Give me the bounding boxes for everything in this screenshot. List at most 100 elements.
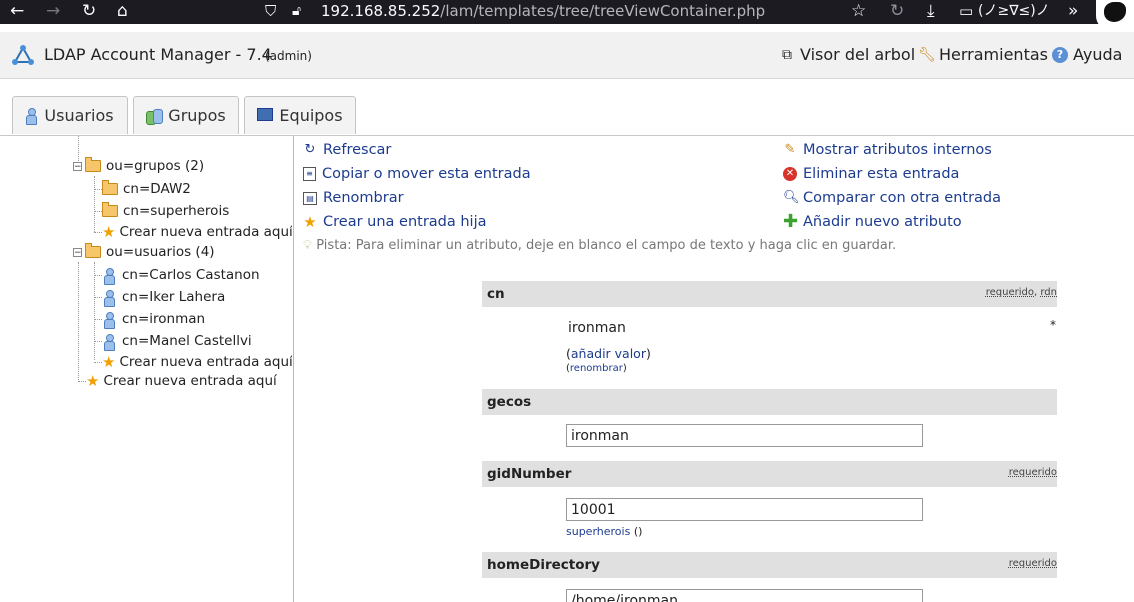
help-label: Ayuda xyxy=(1073,45,1123,64)
plus-icon: ✚ xyxy=(783,211,799,232)
tree-node-iker-lahera[interactable]: cn=Iker Lahera xyxy=(104,287,225,307)
entry-panel: ↻ Refrescar ✎ Mostrar atributos internos xyxy=(294,136,1134,602)
back-icon[interactable]: ← xyxy=(10,1,24,21)
star-icon: ★ xyxy=(102,353,116,371)
tools-link[interactable]: 🔧︎ Herramientas xyxy=(918,45,1048,64)
create-child-link[interactable]: ★ Crear una entrada hija xyxy=(303,214,487,230)
tree-node-daw2[interactable]: cn=DAW2 xyxy=(102,179,191,199)
delete-entry-link[interactable]: ✕ Eliminar esta entrada xyxy=(783,166,959,182)
tab-grupos[interactable]: Grupos xyxy=(133,96,239,134)
insecure-lock-icon[interactable]: 🔓︎ xyxy=(292,1,301,21)
ldap-tree: − ou=grupos (2) cn=DAW2 cn=superherois ★… xyxy=(0,136,292,602)
attribute-header-homedirectory: homeDirectory requerido xyxy=(482,552,1057,578)
app-title: LDAP Account Manager - 7.4 xyxy=(44,45,272,64)
help-icon: ? xyxy=(1052,46,1068,63)
wand-icon: ✎ xyxy=(784,142,796,157)
required-flag: requerido xyxy=(985,287,1035,298)
overflow-icon[interactable]: » xyxy=(1068,1,1078,21)
user-icon xyxy=(104,311,115,329)
shield-icon[interactable]: ⛉ xyxy=(265,1,276,21)
tree-node-label: ou=grupos (2) xyxy=(106,158,205,174)
url-host: 192.168.85.252 xyxy=(321,2,441,20)
tab-equipos[interactable]: Equipos xyxy=(244,96,356,134)
lam-logo-icon xyxy=(12,45,34,65)
gecos-input[interactable] xyxy=(566,424,923,447)
compare-icon: 🔍︎ xyxy=(783,190,800,205)
folder-icon xyxy=(102,202,118,217)
forward-icon[interactable]: → xyxy=(46,1,60,21)
toolbar-kaomoji[interactable]: (ノ≥∇≤)ノ xyxy=(978,2,1050,21)
attribute-flags: requerido xyxy=(1009,558,1057,569)
tree-view-link[interactable]: ⧉ Visor del arbol xyxy=(779,45,915,64)
user-icon xyxy=(104,289,115,307)
user-icon xyxy=(104,333,115,351)
rename-attr-link[interactable]: (renombrar) xyxy=(566,363,627,374)
rename-link[interactable]: ▤ Renombrar xyxy=(303,190,404,206)
refresh-link[interactable]: ↻ Refrescar xyxy=(303,142,392,158)
tree-create-entry-usuarios[interactable]: ★ Crear nueva entrada aquí xyxy=(102,352,292,372)
tree-node-label: cn=Carlos Castanon xyxy=(122,267,260,283)
browser-toolbar: ← → ↻ ⌂ ⛉ 🔓︎ 192.168.85.252/lam/template… xyxy=(0,0,1134,30)
tree-node-manel-castellvi[interactable]: cn=Manel Castellvi xyxy=(104,331,252,351)
tree-create-entry-root[interactable]: ★ Crear nueva entrada aquí xyxy=(86,371,277,391)
tab-usuarios-label: Usuarios xyxy=(44,106,114,125)
tree-node-label: cn=superherois xyxy=(123,203,230,219)
app-header: LDAP Account Manager - 7.4 (admin) ⧉ Vis… xyxy=(0,32,1134,79)
tree-create-entry-grupos[interactable]: ★ Crear nueva entrada aquí xyxy=(102,222,292,242)
folder-open-icon xyxy=(85,243,101,258)
tree-node-label: ou=usuarios (4) xyxy=(106,244,215,260)
star-icon: ★ xyxy=(102,223,116,241)
refresh-icon: ↻ xyxy=(304,142,316,157)
downloads-icon[interactable]: ⤓ xyxy=(927,1,935,21)
bookmark-star-icon[interactable]: ☆ xyxy=(851,1,866,21)
cn-value: ironman xyxy=(568,320,626,336)
rename-label: Renombrar xyxy=(323,190,404,206)
add-attribute-link[interactable]: ✚ Añadir nuevo atributo xyxy=(783,211,962,232)
folder-icon xyxy=(102,180,118,195)
add-value-link[interactable]: (añadir valor) xyxy=(566,346,651,361)
url-bar[interactable]: 192.168.85.252/lam/templates/tree/treeVi… xyxy=(321,2,765,21)
attribute-name: homeDirectory xyxy=(487,557,600,573)
reload-icon[interactable]: ↻ xyxy=(82,1,96,21)
compare-link[interactable]: 🔍︎ Comparar con otra entrada xyxy=(783,190,1001,206)
tree-node-carlos-castanon[interactable]: cn=Carlos Castanon xyxy=(104,265,260,285)
help-link[interactable]: ? Ayuda xyxy=(1052,45,1122,64)
collapse-icon[interactable]: − xyxy=(73,161,82,171)
tree-node-label: cn=Iker Lahera xyxy=(122,289,226,305)
tree-node-label: cn=DAW2 xyxy=(123,181,191,197)
wrench-icon: 🔧︎ xyxy=(918,46,936,63)
tab-usuarios[interactable]: Usuarios xyxy=(12,96,128,134)
tree-node-ironman[interactable]: cn=ironman xyxy=(104,309,205,329)
create-child-label: Crear una entrada hija xyxy=(323,214,487,230)
sync-icon[interactable]: ↻ xyxy=(890,1,904,21)
tree-node-superherois[interactable]: cn=superherois xyxy=(102,201,229,221)
tree-node-grupos[interactable]: − ou=grupos (2) xyxy=(73,156,204,176)
tree-node-usuarios[interactable]: − ou=usuarios (4) xyxy=(73,242,215,262)
tab-grupos-label: Grupos xyxy=(168,106,226,125)
url-path: /lam/templates/tree/treeViewContainer.ph… xyxy=(440,2,766,20)
show-internal-label: Mostrar atributos internos xyxy=(803,142,992,158)
home-icon[interactable]: ⌂ xyxy=(117,1,128,21)
homedirectory-input[interactable] xyxy=(566,589,923,602)
gidnumber-input[interactable] xyxy=(566,498,923,521)
attribute-header-gecos: gecos xyxy=(482,389,1057,415)
lightbulb-icon: 💡︎ xyxy=(303,238,313,253)
copy-move-link[interactable]: ≡ Copiar o mover esta entrada xyxy=(303,166,531,182)
folder-icon[interactable]: ▭ xyxy=(959,1,973,21)
tree-view-label: Visor del arbol xyxy=(800,45,916,64)
collapse-icon[interactable]: − xyxy=(73,247,82,257)
computer-icon xyxy=(257,108,274,121)
folder-open-icon xyxy=(85,157,101,172)
delete-icon: ✕ xyxy=(783,167,797,181)
tree-node-label: Crear nueva entrada aquí xyxy=(119,224,292,240)
attribute-flags: requerido, rdn xyxy=(985,287,1057,298)
hint-text: 💡︎ Pista: Para eliminar un atributo, dej… xyxy=(303,238,896,253)
group-icon xyxy=(146,108,164,125)
show-internal-attributes-link[interactable]: ✎ Mostrar atributos internos xyxy=(783,142,992,158)
profile-avatar[interactable] xyxy=(1096,0,1134,30)
attribute-header-gidnumber: gidNumber requerido xyxy=(482,461,1057,487)
attribute-header-cn: cn requerido, rdn xyxy=(482,281,1057,307)
required-flag: requerido xyxy=(1008,467,1057,478)
group-link[interactable]: superherois () xyxy=(566,525,642,538)
tree-node-label: cn=Manel Castellvi xyxy=(122,333,252,349)
